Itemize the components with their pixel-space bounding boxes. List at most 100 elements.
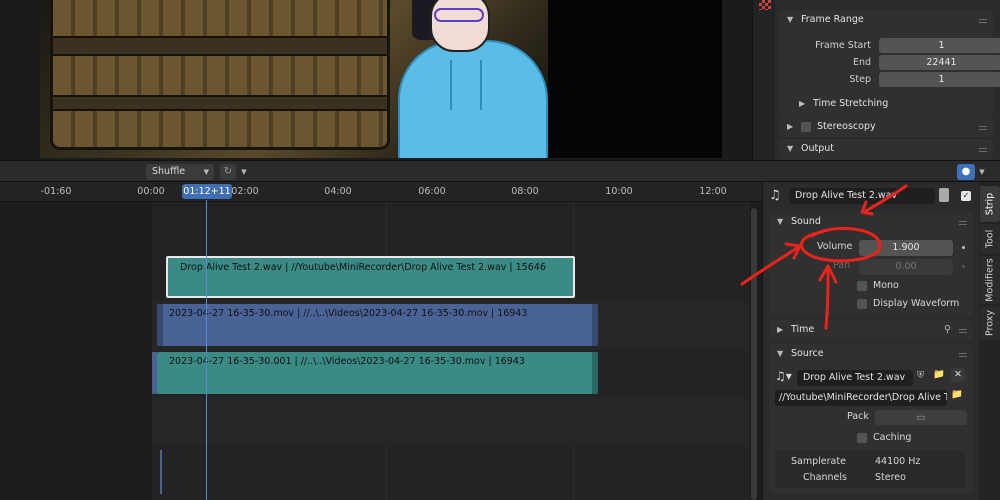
volume-label: Volume xyxy=(817,241,853,252)
sound-strip-drop-alive[interactable]: Drop Alive Test 2.wav | //Youtube\MiniRe… xyxy=(166,256,575,298)
volume-field[interactable]: 1.900 xyxy=(859,240,953,256)
keyframe-dot-icon[interactable] xyxy=(962,246,965,249)
drag-grip-icon[interactable] xyxy=(959,351,967,357)
ruler-tick-label: 10:00 xyxy=(605,186,633,197)
samplerate-label: Samplerate xyxy=(791,456,846,467)
lock-icon[interactable]: ⚲ xyxy=(944,324,951,335)
channels-value: Stereo xyxy=(875,472,906,483)
caching-checkbox-row[interactable]: Caching xyxy=(857,432,911,443)
sound-header[interactable]: ▼ Sound xyxy=(769,212,973,232)
chevron-down-icon: ▼ xyxy=(777,217,784,226)
channel-row xyxy=(152,398,750,446)
frame-start-label: Frame Start xyxy=(815,40,871,51)
samplerate-value: 44100 Hz xyxy=(875,456,921,467)
strip-right-handle[interactable] xyxy=(592,304,598,346)
snap-toggle-icon[interactable]: ↻ xyxy=(220,164,236,180)
sound-note-icon: ♫ xyxy=(769,188,781,203)
tab-proxy[interactable]: Proxy xyxy=(980,306,1000,340)
drag-grip-icon[interactable] xyxy=(959,219,967,225)
folder-icon[interactable]: 📁 xyxy=(951,389,963,400)
source-header[interactable]: ▼ Source xyxy=(769,344,973,364)
sequencer-timeline[interactable]: -01:60 00:00 02:00 04:00 06:00 08:00 10:… xyxy=(0,182,762,500)
drag-grip-icon[interactable] xyxy=(979,146,987,152)
playhead-line[interactable] xyxy=(206,200,207,500)
avatar-character-graphic xyxy=(390,0,548,158)
strip-label: 2023-04-27 16-35-30.mov | //..\..\Videos… xyxy=(169,308,528,319)
strip-label: Drop Alive Test 2.wav | //Youtube\MiniRe… xyxy=(180,262,546,273)
strip-fragment[interactable] xyxy=(152,352,157,394)
time-panel[interactable]: ▶ Time ⚲ xyxy=(769,320,973,340)
frame-end-row: End 22441 xyxy=(779,55,1000,71)
close-icon[interactable]: ✕ xyxy=(951,368,965,382)
caching-checkbox[interactable] xyxy=(857,432,867,443)
movie-audio-strip[interactable]: 2023-04-27 16-35-30.001 | //..\..\Videos… xyxy=(157,352,598,394)
ruler-tick-label: 06:00 xyxy=(418,186,446,197)
strip-active-checkbox[interactable]: ✓ xyxy=(961,191,971,201)
strip-label: 2023-04-27 16-35-30.001 | //..\..\Videos… xyxy=(169,356,525,367)
chevron-down-icon: ▼ xyxy=(777,349,784,358)
overlay-toggle-icon[interactable]: ● xyxy=(957,164,975,180)
sound-datablock-field[interactable]: Drop Alive Test 2.wav xyxy=(797,370,913,386)
time-stretching-header[interactable]: ▶ Time Stretching xyxy=(791,94,888,114)
texture-tab-icon[interactable] xyxy=(759,0,771,10)
mono-checkbox-row[interactable]: Mono xyxy=(857,280,899,291)
lock-icon[interactable] xyxy=(939,188,949,202)
preview-area[interactable] xyxy=(0,0,752,160)
ruler-tick-label: 02:00 xyxy=(231,186,259,197)
tab-modifiers[interactable]: Modifiers xyxy=(980,256,1000,304)
preview-render-image xyxy=(40,0,548,158)
sequencer-header: Shuffle ▼ ↻ ▼ ● ▼ xyxy=(0,160,1000,182)
ruler-tick-label: 08:00 xyxy=(511,186,539,197)
ruler-tick-label: -01:60 xyxy=(40,186,72,197)
pan-label: Pan xyxy=(833,260,851,271)
ruler-tick-label: 04:00 xyxy=(324,186,352,197)
frame-step-row: Step 1 xyxy=(779,72,1000,88)
frame-step-label: Step xyxy=(849,74,871,85)
sound-filepath-input[interactable]: //Youtube\MiniRecorder\Drop Alive Te... xyxy=(775,390,947,406)
sound-info-box: Samplerate 44100 Hz Channels Stereo xyxy=(775,450,965,488)
drag-grip-icon[interactable] xyxy=(959,327,967,333)
tab-tool[interactable]: Tool xyxy=(980,224,1000,254)
playhead-current-time[interactable]: 01:12+11 xyxy=(182,184,232,199)
frame-end-field[interactable]: 22441 xyxy=(879,55,1000,70)
output-properties-panel: ▼ Frame Range Frame Start 1 End 22441 St… xyxy=(752,0,1000,160)
chevron-right-icon: ▶ xyxy=(787,122,794,131)
keyframe-dot-icon[interactable] xyxy=(962,265,965,268)
strip-left-handle[interactable] xyxy=(157,304,163,346)
chevron-down-icon: ▼ xyxy=(787,15,794,24)
chevron-right-icon: ▶ xyxy=(777,325,784,334)
pack-button[interactable]: ▭ xyxy=(875,410,967,425)
strip-sidebar: ♫ Drop Alive Test 2.wav ✓ ▼ Sound Volume… xyxy=(762,182,1000,500)
output-panel[interactable]: ▼ Output xyxy=(779,139,993,160)
mono-checkbox[interactable] xyxy=(857,280,867,291)
strip-fragment[interactable] xyxy=(160,450,162,494)
timeline-vertical-scrollbar[interactable] xyxy=(751,208,757,500)
frame-range-header[interactable]: ▼ Frame Range xyxy=(779,10,993,30)
folder-icon[interactable]: 📁 xyxy=(933,369,945,380)
tab-strip[interactable]: Strip xyxy=(980,186,1000,222)
display-waveform-checkbox[interactable] xyxy=(857,298,867,309)
movie-strip[interactable]: 2023-04-27 16-35-30.mov | //..\..\Videos… xyxy=(157,304,598,346)
treasure-chest-graphic xyxy=(50,0,390,150)
source-panel: ▼ Source ♫▾ Drop Alive Test 2.wav ⛨ 📁 ✕ … xyxy=(769,344,973,494)
frame-start-field[interactable]: 1 xyxy=(879,38,1000,53)
strip-name-input[interactable]: Drop Alive Test 2.wav xyxy=(789,188,935,204)
strip-name-row: ♫ Drop Alive Test 2.wav ✓ xyxy=(763,182,979,210)
chevron-down-icon[interactable]: ▼ xyxy=(238,164,250,180)
frame-step-field[interactable]: 1 xyxy=(879,72,1000,87)
stereoscopy-label: Stereoscopy xyxy=(817,121,876,132)
drag-grip-icon[interactable] xyxy=(979,17,987,23)
pan-field[interactable]: 0.00 xyxy=(859,259,953,275)
stereoscopy-checkbox[interactable] xyxy=(801,122,811,132)
overlap-mode-select[interactable]: Shuffle ▼ xyxy=(146,164,214,180)
time-ruler[interactable]: -01:60 00:00 02:00 04:00 06:00 08:00 10:… xyxy=(0,182,762,202)
frame-start-row: Frame Start 1 xyxy=(779,38,1000,54)
display-waveform-checkbox-row[interactable]: Display Waveform xyxy=(857,298,959,309)
chevron-down-icon[interactable]: ▼ xyxy=(976,164,988,180)
strip-right-handle[interactable] xyxy=(592,352,598,394)
sound-datablock-icon[interactable]: ♫▾ xyxy=(775,369,792,383)
shield-icon[interactable]: ⛨ xyxy=(917,370,924,381)
pack-label: Pack xyxy=(847,411,869,422)
stereoscopy-panel[interactable]: ▶ Stereoscopy xyxy=(779,117,993,137)
drag-grip-icon[interactable] xyxy=(979,124,987,130)
